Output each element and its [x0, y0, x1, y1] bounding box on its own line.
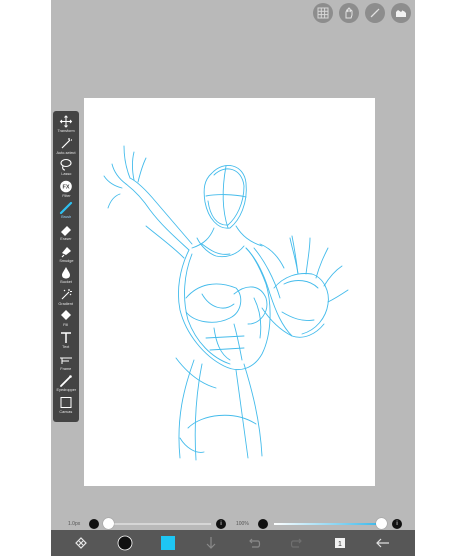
tool-brush[interactable]: Brush	[53, 200, 79, 222]
tool-label: Brush	[61, 214, 71, 220]
tool-eyedropper[interactable]: Eyedropper	[53, 373, 79, 395]
brush-size-slider[interactable]: 1.0px i	[68, 518, 226, 530]
sketch-drawing	[103, 145, 349, 461]
opacity-info-icon[interactable]: i	[392, 519, 402, 529]
brush-size-knob[interactable]	[103, 518, 114, 529]
fill-icon	[61, 310, 71, 321]
tool-label: Gradient	[58, 300, 74, 306]
brush-size-label: 1.0px	[68, 521, 81, 527]
tool-auto-select[interactable]: Auto-select	[53, 136, 79, 158]
tool-frame[interactable]: Frame	[53, 352, 79, 374]
tool-eraser[interactable]: Eraser	[53, 222, 79, 244]
sparkle-wand-icon	[61, 288, 72, 300]
back-arrow-icon[interactable]	[373, 533, 393, 553]
tool-label: Lasso	[60, 171, 72, 177]
text-icon	[61, 332, 71, 343]
layer-grid-icon[interactable]	[313, 3, 333, 23]
eraser-icon	[61, 225, 71, 236]
opacity-knob[interactable]	[376, 518, 387, 529]
drawing-app: Transform Auto-select Lasso FX Filter Br…	[51, 0, 415, 556]
bottom-bar: 1	[51, 530, 415, 556]
layers-icon[interactable]: 1	[330, 533, 350, 553]
tool-label: Text	[62, 344, 70, 349]
smudge-icon	[61, 246, 71, 257]
opacity-dot-icon	[258, 519, 268, 529]
tool-lasso[interactable]: Lasso	[53, 157, 79, 179]
material-icon[interactable]	[391, 3, 411, 23]
undo-icon[interactable]	[244, 533, 264, 553]
hand-icon[interactable]	[339, 3, 359, 23]
tool-smudge[interactable]: Smudge	[53, 244, 79, 266]
move-icon	[59, 115, 73, 128]
brush-icon	[59, 202, 73, 215]
layer-count-badge: 1	[338, 541, 342, 548]
tool-bucket[interactable]: Bucket	[53, 265, 79, 287]
tool-label: Bucket	[60, 279, 72, 285]
ruler-icon[interactable]	[365, 3, 385, 23]
canvas-icon	[60, 396, 72, 408]
tool-label: Fill	[63, 322, 69, 328]
tool-label: Smudge	[58, 257, 74, 263]
droplet-icon	[62, 267, 70, 279]
fx-icon: FX	[60, 180, 72, 193]
tool-fill[interactable]: Fill	[53, 308, 79, 330]
opacity-slider[interactable]: 100% i	[236, 518, 404, 530]
tool-label: Eraser	[60, 236, 72, 241]
top-tools	[313, 3, 411, 23]
tool-text[interactable]: Text	[53, 330, 79, 352]
frame-icon	[60, 357, 72, 364]
tool-transform[interactable]: Transform	[53, 114, 79, 136]
brush-size-dot-icon	[89, 519, 99, 529]
tool-palette: Transform Auto-select Lasso FX Filter Br…	[53, 111, 79, 422]
magic-wand-icon	[61, 137, 72, 149]
opacity-track[interactable]	[274, 523, 380, 525]
download-arrow-icon[interactable]	[201, 533, 221, 553]
brush-size-info-icon[interactable]: i	[216, 519, 226, 529]
tool-canvas[interactable]: Canvas	[53, 395, 79, 417]
tool-label: Auto-select	[56, 149, 76, 155]
tool-label: Eyedropper	[56, 387, 76, 392]
opacity-label: 100%	[236, 521, 249, 527]
tool-label: Frame	[60, 365, 72, 371]
lasso-icon	[60, 159, 72, 171]
drawing-canvas[interactable]	[84, 98, 375, 486]
eyedropper-icon	[60, 375, 72, 388]
tool-gradient[interactable]: Gradient	[53, 287, 79, 309]
menu-icon[interactable]	[71, 533, 91, 553]
tool-label: Filter	[61, 192, 71, 198]
brush-size-track[interactable]	[105, 523, 211, 525]
tool-filter[interactable]: FX Filter	[53, 179, 79, 201]
tool-label: Transform	[57, 128, 75, 133]
color-wheel-icon[interactable]	[115, 533, 135, 553]
redo-icon[interactable]	[287, 533, 307, 553]
current-color-swatch[interactable]	[158, 533, 178, 553]
svg-text:FX: FX	[62, 184, 69, 190]
tool-label: Canvas	[59, 408, 73, 414]
